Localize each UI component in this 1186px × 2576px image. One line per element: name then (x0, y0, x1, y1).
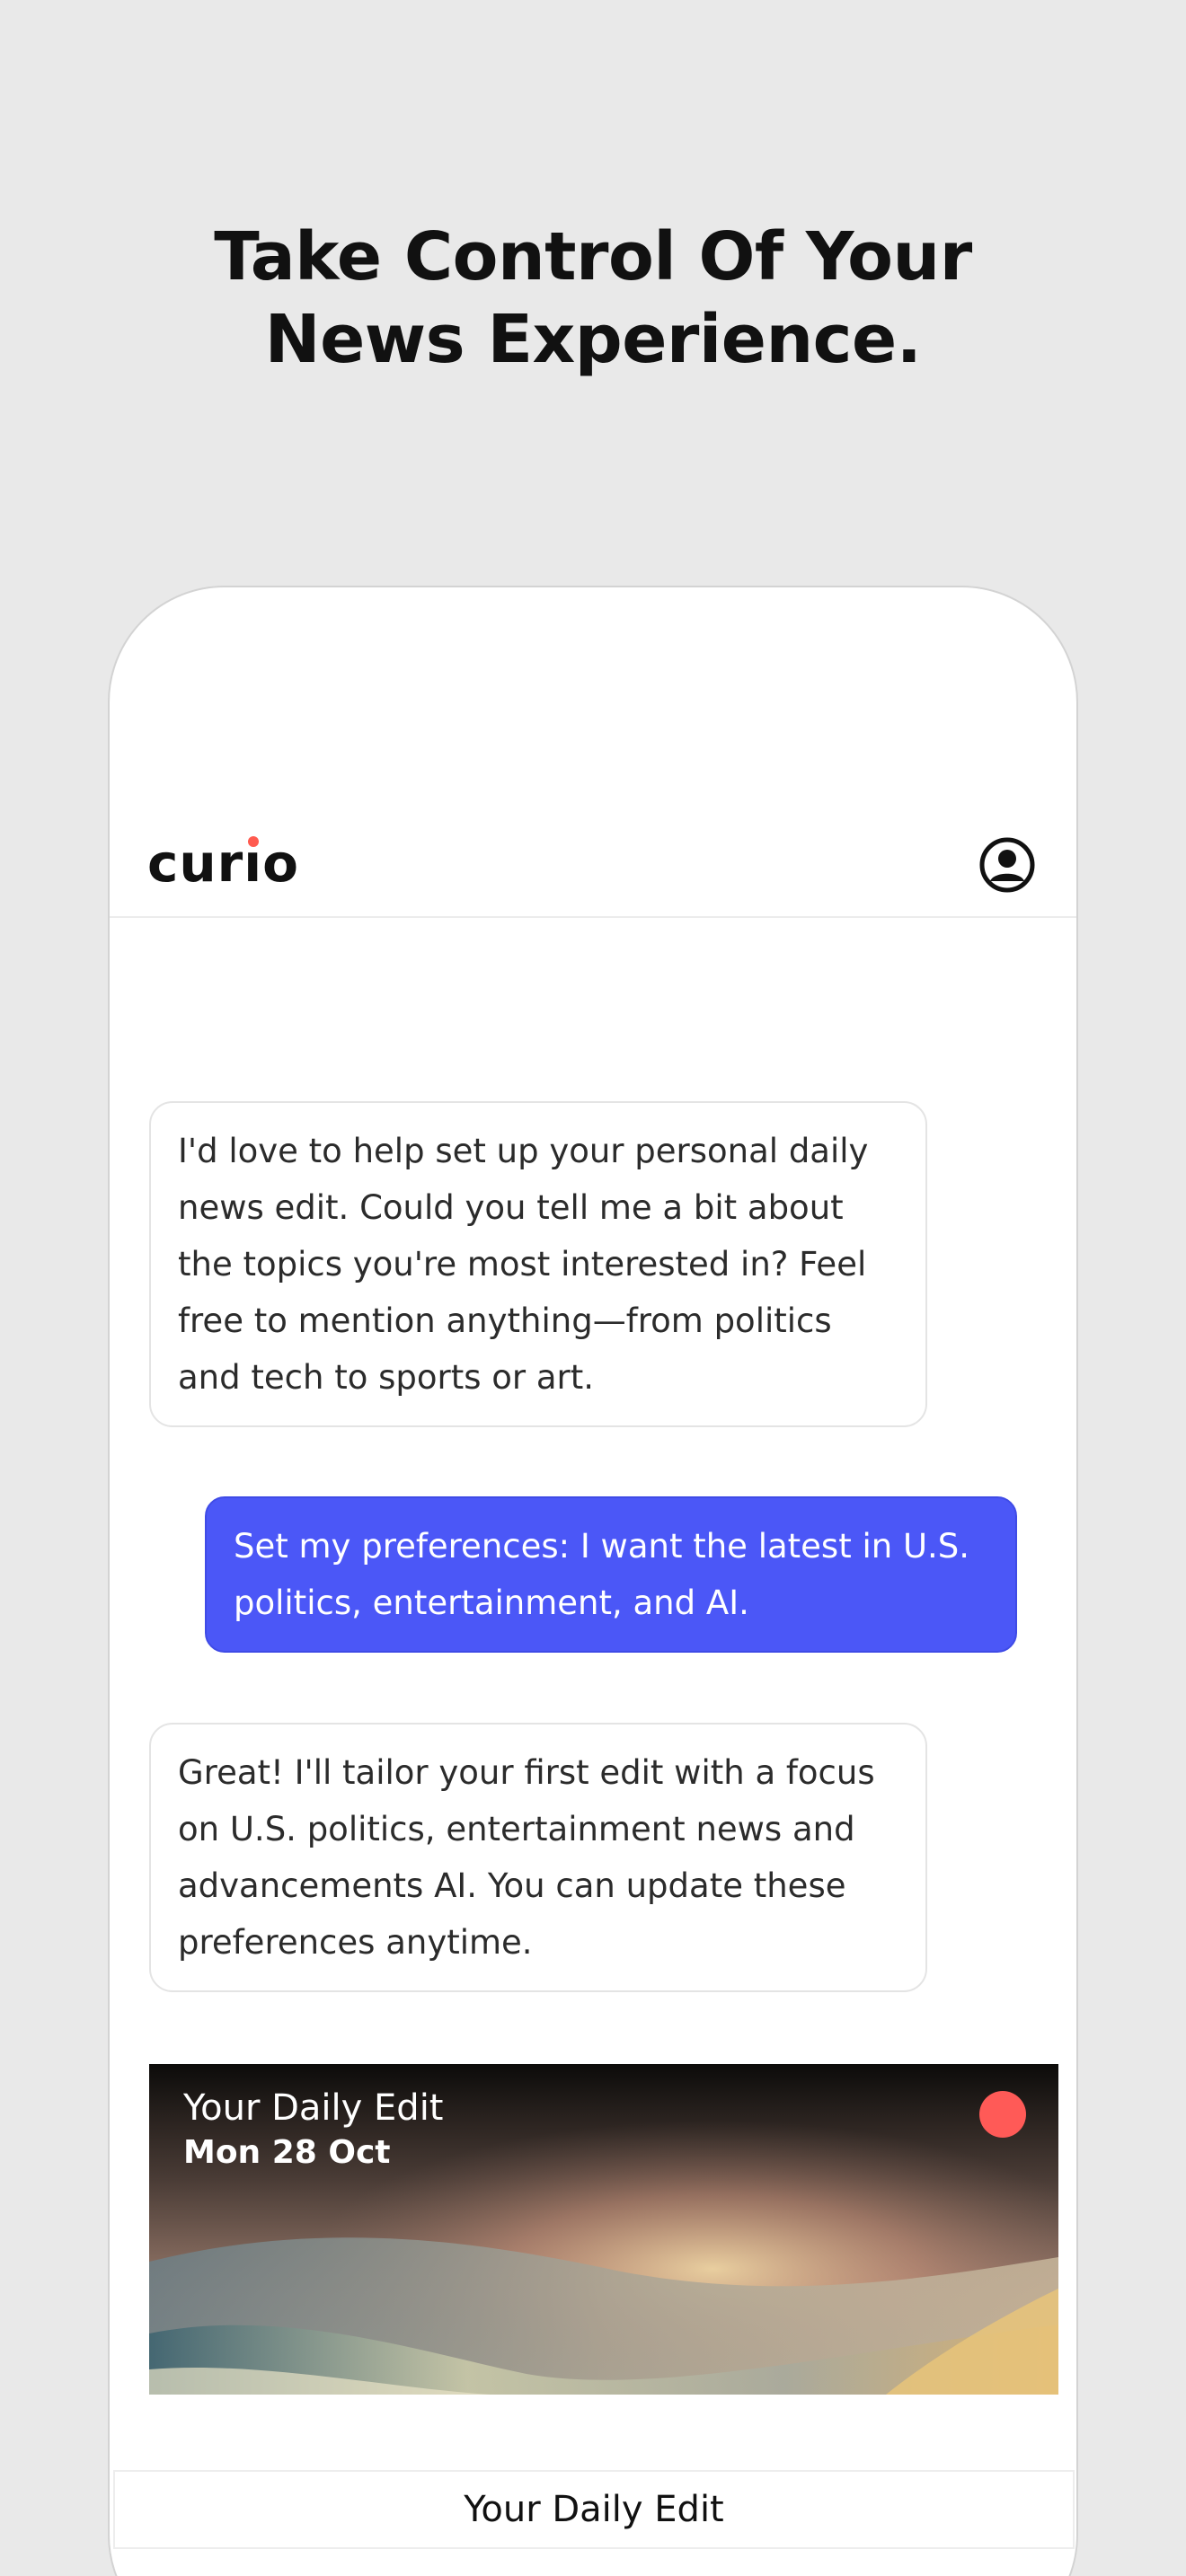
screen: Take Control Of Your News Experience. cu… (0, 0, 1186, 2576)
status-indicator-dot (979, 2091, 1026, 2138)
curio-logo[interactable]: curı o (147, 832, 299, 895)
message-text: Set my preferences: I want the latest in… (234, 1527, 970, 1622)
phone-frame: curı o I'd love to help set up your perso… (108, 586, 1078, 2576)
message-text: I'd love to help set up your personal da… (178, 1132, 869, 1397)
hero-headline: Take Control Of Your News Experience. (0, 216, 1186, 381)
assistant-message: I'd love to help set up your personal da… (149, 1101, 927, 1427)
user-message: Set my preferences: I want the latest in… (205, 1496, 1017, 1653)
logo-accent-dot (247, 836, 259, 847)
app-header: curı o (110, 821, 1076, 918)
daily-edit-tab[interactable]: Your Daily Edit (113, 2470, 1075, 2549)
hero-line-2: News Experience. (264, 301, 922, 378)
daily-edit-title: Your Daily Edit (183, 2087, 444, 2129)
hero-line-1: Take Control Of Your (214, 218, 972, 296)
daily-edit-date: Mon 28 Oct (183, 2134, 391, 2171)
assistant-message: Great! I'll tailor your first edit with … (149, 1723, 927, 1992)
profile-circle-icon[interactable] (979, 837, 1035, 893)
daily-edit-card[interactable]: Your Daily Edit Mon 28 Oct (149, 2064, 1058, 2395)
message-text: Great! I'll tailor your first edit with … (178, 1753, 875, 1962)
